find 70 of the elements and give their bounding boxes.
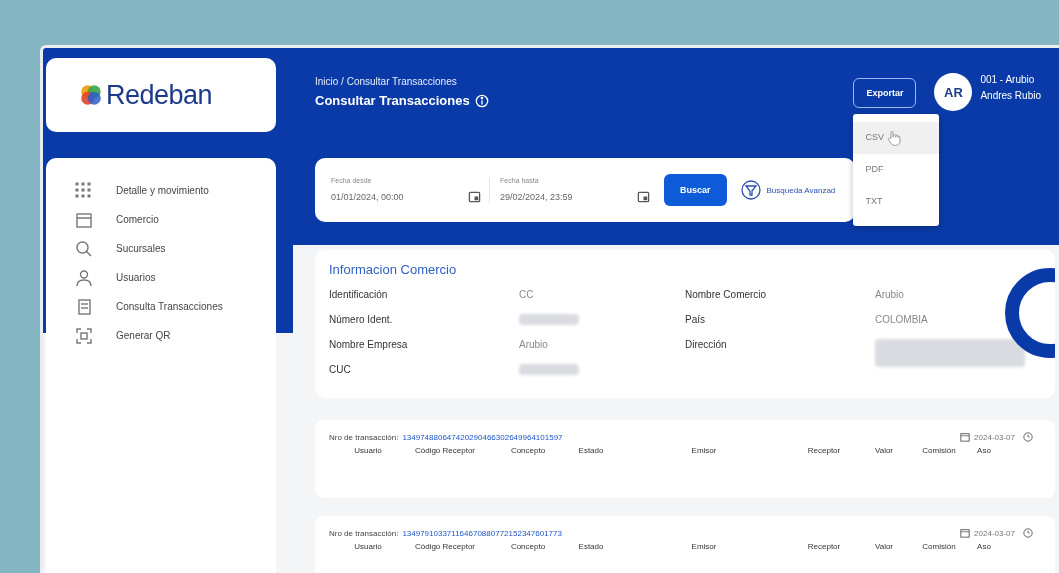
column-header: Estado (577, 542, 605, 551)
column-header: Código Receptor (413, 446, 476, 455)
field-value: CC (519, 289, 534, 300)
transaction-label: Nro de transacción: (329, 432, 399, 442)
column-header: Aso (976, 542, 992, 551)
user-name: Andres Rubio (980, 89, 1041, 103)
column-header: Emisor (690, 542, 718, 551)
column-header: Receptor (806, 446, 842, 455)
column-header: Concepto (509, 542, 547, 551)
calendar-icon[interactable] (468, 190, 481, 203)
column-header: Usuario (353, 446, 383, 455)
transaction-number[interactable]: 134979103371164670880772152347601773 (402, 528, 562, 538)
field-label: Número Ident. (329, 314, 394, 325)
redacted-value (519, 314, 579, 325)
field-label: Nombre Empresa (329, 339, 409, 350)
field-value: Arubio (875, 289, 904, 300)
calendar-icon (960, 528, 971, 538)
hand-cursor-icon (887, 130, 902, 146)
transaction-label: Nro de transacción: (329, 528, 399, 538)
column-header: Valor (873, 542, 895, 551)
page-title: Consultar Transacciones (315, 93, 470, 108)
column-header: Receptor (806, 542, 842, 551)
column-header: Valor (873, 446, 895, 455)
transaction-number[interactable]: 134974880647420290466302649964101597 (402, 432, 563, 442)
search-icon (74, 238, 94, 259)
sidebar-item[interactable]: Usuarios (74, 263, 276, 292)
clock-icon (1023, 528, 1033, 538)
menu-option[interactable]: PDF (853, 154, 940, 186)
sidebar-item[interactable]: Consulta Transacciones (74, 292, 276, 321)
column-header: Comisión (921, 446, 957, 455)
field-label: Nombre Comercio (685, 289, 768, 300)
user-icon (74, 267, 94, 288)
transaction-date: 2024-03-07 (974, 528, 1015, 538)
sidebar-item[interactable]: Generar QR (74, 321, 276, 350)
avatar[interactable]: AR (934, 73, 973, 111)
field-label: CUC (329, 364, 352, 375)
sidebar-item[interactable]: Comercio (74, 205, 276, 234)
section-title: Informacion Comercio (329, 262, 458, 277)
column-header: Aso (976, 446, 992, 455)
menu-option[interactable]: CSV (853, 122, 940, 154)
export-button[interactable]: Exportar (853, 78, 917, 108)
transaction-date: 2024-03-07 (974, 432, 1015, 442)
clock-icon (1023, 432, 1033, 442)
user-code: 001 - Arubio (980, 73, 1036, 87)
column-header: Estado (577, 446, 605, 455)
sidebar-item[interactable]: Detalle y movimiento (74, 176, 276, 205)
field-label: Dirección (685, 339, 728, 350)
advanced-search-link[interactable]: Busqueda Avanzad (766, 185, 836, 195)
redacted-value (519, 364, 579, 375)
field-label: Identificación (329, 289, 389, 300)
field-value: Arubio (519, 339, 548, 350)
field-label: País (685, 314, 706, 325)
search-button[interactable]: Buscar (664, 174, 727, 206)
qr-icon (74, 325, 94, 346)
field-value: COLOMBIA (875, 314, 928, 325)
calendar-icon (960, 432, 971, 442)
logo-text: Redeban (106, 79, 213, 111)
sidebar-item[interactable]: Sucursales (74, 234, 276, 263)
breadcrumb[interactable]: Inicio / Consultar Transacciones (315, 76, 854, 87)
column-header: Comisión (921, 542, 957, 551)
grid-icon (74, 180, 94, 201)
menu-option[interactable]: TXT (853, 186, 940, 218)
column-header: Concepto (509, 446, 547, 455)
logo-icon (78, 82, 104, 108)
column-header: Código Receptor (413, 542, 476, 551)
filter-icon[interactable] (740, 180, 761, 200)
column-header: Usuario (353, 542, 383, 551)
calendar-icon[interactable] (637, 190, 650, 203)
info-icon[interactable] (474, 93, 489, 108)
column-header: Emisor (690, 446, 718, 455)
